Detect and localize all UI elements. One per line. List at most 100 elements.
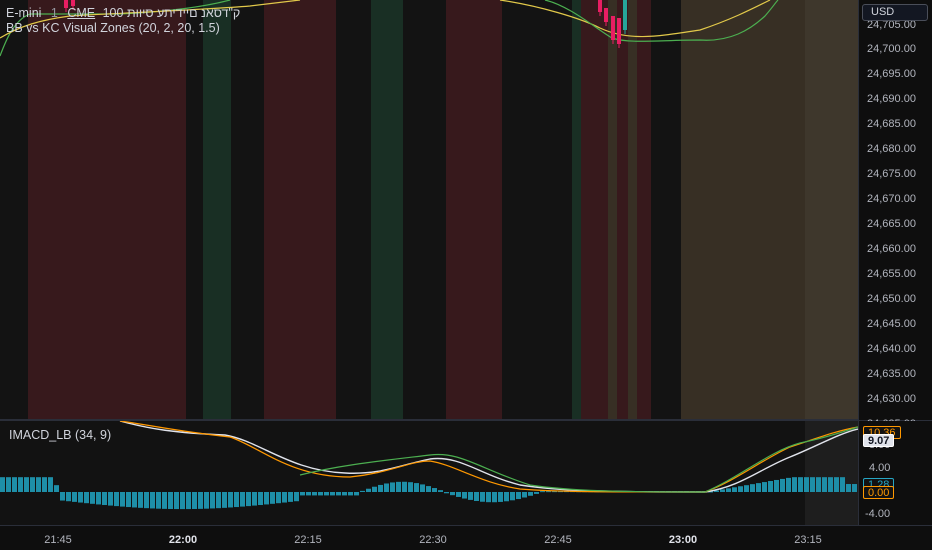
histogram-bar xyxy=(0,477,5,492)
price-axis-label: 24,655.00 xyxy=(867,268,916,280)
time-axis-label: 23:15 xyxy=(794,534,822,546)
histogram-bar xyxy=(504,492,509,502)
time-axis-label: 22:30 xyxy=(419,534,447,546)
indicator-canvas[interactable] xyxy=(0,421,858,525)
interval-label: 1 xyxy=(50,6,58,20)
histogram-bar xyxy=(96,492,101,505)
histogram-bar xyxy=(414,483,419,492)
indicator-axis[interactable]: 8.004.00-4.0010.369.071.280.00 xyxy=(858,421,932,525)
indicator-value-tag: 0.00 xyxy=(863,485,895,499)
candle-body xyxy=(623,0,627,30)
histogram-bar xyxy=(408,482,413,492)
price-axis-label: 24,700.00 xyxy=(867,43,916,56)
histogram-bar xyxy=(468,492,473,500)
currency-button[interactable]: USD xyxy=(862,4,928,21)
histogram-bar xyxy=(546,491,551,493)
histogram-bar xyxy=(72,492,77,502)
histogram-bar xyxy=(276,492,281,504)
zone-band xyxy=(0,0,28,420)
zone-band xyxy=(231,0,264,420)
histogram-bar xyxy=(156,492,161,509)
zone-band xyxy=(617,0,628,420)
zone-band xyxy=(186,0,203,420)
histogram-bar xyxy=(432,488,437,492)
zone-band xyxy=(572,0,581,420)
histogram-bar xyxy=(246,492,251,507)
histogram-bar xyxy=(738,486,743,492)
histogram-bar xyxy=(192,492,197,509)
histogram-bar xyxy=(792,477,797,492)
histogram-bar xyxy=(318,492,323,496)
histogram-bar xyxy=(516,492,521,500)
candle-body xyxy=(598,0,602,12)
histogram-bar xyxy=(438,490,443,492)
price-axis-label: 24,645.00 xyxy=(867,317,916,330)
histogram-bar xyxy=(294,492,299,502)
histogram-bar xyxy=(312,492,317,496)
exchange-label[interactable]: CME xyxy=(67,6,95,20)
histogram-bar xyxy=(282,492,287,503)
histogram-bar xyxy=(774,479,779,492)
histogram-bar xyxy=(252,492,257,506)
histogram-bar xyxy=(348,492,353,496)
histogram-bar xyxy=(102,492,107,506)
histogram-bar xyxy=(360,490,365,492)
histogram-bar xyxy=(66,492,71,502)
histogram-bar xyxy=(486,492,491,503)
indicator-legend[interactable]: BB vs KC Visual Zones (20, 2, 20, 1.5) xyxy=(6,21,220,35)
histogram-bar xyxy=(810,477,815,492)
symbol-prefix: E-mini xyxy=(6,6,42,20)
histogram-bar xyxy=(756,483,761,492)
indicator-pane-title[interactable]: IMACD_LB (34, 9) xyxy=(9,428,111,442)
price-axis-label: 24,675.00 xyxy=(867,168,916,181)
main-chart-canvas[interactable] xyxy=(0,0,858,420)
indicator-highlight-band xyxy=(805,421,858,525)
histogram-bar xyxy=(354,492,359,496)
histogram-bar xyxy=(450,492,455,496)
histogram-bar xyxy=(420,484,425,492)
histogram-bar xyxy=(198,492,203,509)
histogram-bar xyxy=(780,478,785,492)
indicator-axis-label: -4.00 xyxy=(865,507,891,520)
time-axis-label: 21:45 xyxy=(44,534,72,546)
price-axis-label: 24,690.00 xyxy=(867,93,916,106)
time-axis[interactable]: 21:45 22:00 22:15 22:30 22:45 23:00 23:15 xyxy=(0,525,932,550)
histogram-bar xyxy=(342,492,347,496)
histogram-bar xyxy=(240,492,245,507)
zone-band xyxy=(637,0,651,420)
histogram-bar xyxy=(498,492,503,502)
histogram-bar xyxy=(798,477,803,492)
main-chart-pane[interactable]: E-mini 1 CME ק"דסאנ םיידיתע סיוות 100 BB… xyxy=(0,0,858,420)
zone-band xyxy=(628,0,637,420)
histogram-bar xyxy=(378,484,383,492)
histogram-bar xyxy=(54,485,59,492)
price-axis-label: 24,695.00 xyxy=(867,68,916,81)
indicator-pane[interactable]: IMACD_LB (34, 9) xyxy=(0,421,858,525)
histogram-bar xyxy=(324,492,329,496)
zone-band xyxy=(371,0,403,420)
histogram-bar xyxy=(132,492,137,508)
histogram-bar xyxy=(42,477,47,492)
candle-body xyxy=(617,18,621,44)
histogram-bar xyxy=(804,477,809,492)
histogram-bar xyxy=(138,492,143,508)
indicator-axis-label: 4.00 xyxy=(869,462,891,475)
price-axis-label: 24,685.00 xyxy=(867,118,916,131)
symbol-legend[interactable]: E-mini 1 CME ק"דסאנ םיידיתע סיוות 100 xyxy=(6,6,240,20)
histogram-bar xyxy=(540,491,545,493)
price-axis-label: 24,660.00 xyxy=(867,243,916,256)
price-axis-label: 24,640.00 xyxy=(867,342,916,355)
candle-body xyxy=(604,8,608,22)
histogram-bar xyxy=(762,482,767,492)
histogram-bar xyxy=(264,492,269,505)
histogram-bar xyxy=(150,492,155,509)
zone-band xyxy=(203,0,231,420)
zone-band xyxy=(403,0,446,420)
histogram-bar xyxy=(732,487,737,492)
histogram-bar xyxy=(750,484,755,492)
price-axis-label: 24,635.00 xyxy=(867,367,916,380)
zone-band xyxy=(608,0,617,420)
histogram-bar xyxy=(78,492,83,503)
price-axis[interactable]: 24,705.00 24,700.00 24,695.00 24,690.00 24,6… xyxy=(858,0,932,430)
histogram-bar xyxy=(60,492,65,501)
